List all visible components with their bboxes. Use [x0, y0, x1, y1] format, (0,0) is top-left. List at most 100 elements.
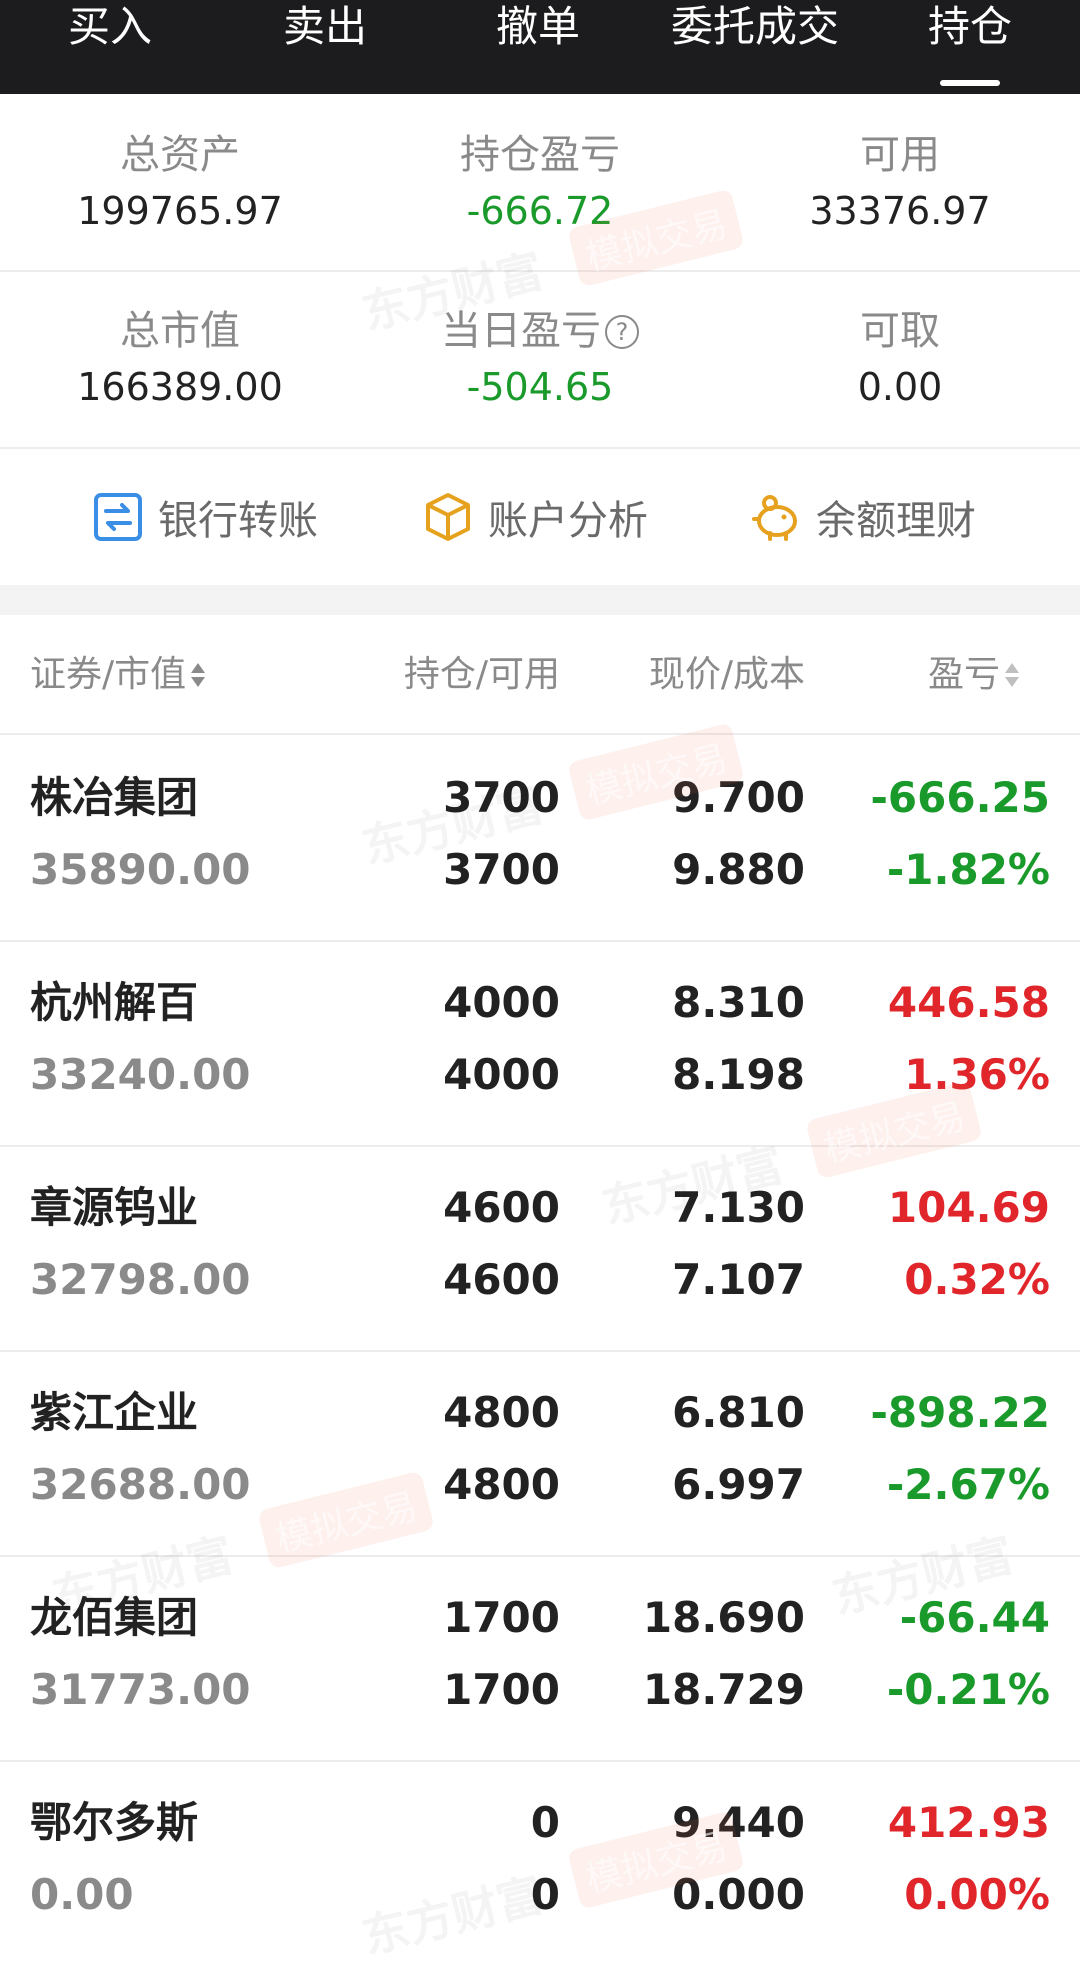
top-tab-bar: 买入 卖出 撤单 委托成交 持仓	[0, 0, 1080, 94]
bank-transfer-label: 银行转账	[158, 498, 318, 544]
security-name: 杭州解百	[30, 978, 199, 1027]
profit-loss-pct: 0.00%	[904, 1870, 1050, 1919]
header-security-label: 证券/市值	[30, 654, 187, 695]
security-name: 章源钨业	[30, 1183, 199, 1232]
market-value: 32798.00	[30, 1255, 251, 1304]
available: 可用 33376.97	[720, 130, 1080, 234]
total-market-value-value: 166389.00	[77, 365, 283, 409]
header-position: 持仓/可用	[403, 654, 560, 695]
header-security[interactable]: 证券/市值	[30, 653, 206, 697]
profit-loss: -666.25	[870, 773, 1050, 822]
cost-price: 8.198	[672, 1050, 805, 1099]
current-price: 9.700	[672, 773, 805, 822]
available-qty: 4800	[443, 1460, 560, 1509]
current-price: 8.310	[672, 978, 805, 1027]
sort-icon	[1004, 661, 1020, 691]
account-analysis-button[interactable]: 账户分析	[422, 489, 648, 545]
cost-price: 18.729	[642, 1665, 805, 1714]
balance-finance-label: 余额理财	[816, 498, 976, 544]
table-row[interactable]: 章源钨业 32798.00 4600 4600 7.130 7.107 104.69 0.32…	[0, 1147, 1080, 1352]
current-price: 7.130	[672, 1183, 805, 1232]
cost-price: 0.000	[672, 1870, 805, 1919]
daily-pl-label: 当日盈亏	[441, 308, 601, 354]
table-row[interactable]: 杭州解百 33240.00 4000 4000 8.310 8.198 446.58 1.36…	[0, 942, 1080, 1147]
current-price: 18.690	[642, 1593, 805, 1642]
header-pl-label: 盈亏	[927, 654, 1000, 695]
section-gap	[0, 585, 1080, 615]
profit-loss-pct: -2.67%	[886, 1460, 1050, 1509]
table-row[interactable]: 紫江企业 32688.00 4800 4800 6.810 6.997 -898.22 -2.…	[0, 1352, 1080, 1557]
profit-loss: 446.58	[887, 978, 1050, 1027]
divider	[0, 270, 1080, 272]
tab-positions[interactable]: 持仓	[900, 0, 1040, 94]
cube-icon	[422, 491, 474, 543]
market-value: 32688.00	[30, 1460, 251, 1509]
cost-price: 9.880	[672, 845, 805, 894]
position-qty: 4600	[443, 1183, 560, 1232]
total-market-value-label: 总市值	[120, 308, 240, 354]
position-qty: 4800	[443, 1388, 560, 1437]
account-summary: 总资产 199765.97 持仓盈亏 -666.72 可用 33376.97 总…	[0, 94, 1080, 449]
security-name: 鄂尔多斯	[30, 1798, 199, 1847]
available-qty: 3700	[443, 845, 560, 894]
header-price: 现价/成本	[648, 654, 805, 695]
position-pl: 持仓盈亏 -666.72	[360, 130, 720, 234]
daily-pl-value: -504.65	[466, 365, 614, 409]
account-analysis-label: 账户分析	[488, 498, 648, 544]
security-name: 株冶集团	[30, 773, 199, 822]
total-market-value: 总市值 166389.00	[0, 306, 360, 410]
withdrawable-value: 0.00	[857, 365, 943, 409]
position-qty: 4000	[443, 978, 560, 1027]
withdrawable: 可取 0.00	[720, 306, 1080, 410]
balance-finance-button[interactable]: 余额理财	[750, 489, 976, 545]
position-qty: 1700	[443, 1593, 560, 1642]
position-qty: 3700	[443, 773, 560, 822]
market-value: 0.00	[30, 1870, 134, 1919]
available-qty: 0	[530, 1870, 560, 1919]
position-qty: 0	[530, 1798, 560, 1847]
piggy-bank-icon	[750, 491, 802, 543]
market-value: 33240.00	[30, 1050, 251, 1099]
security-name: 紫江企业	[30, 1388, 199, 1437]
active-tab-indicator	[940, 80, 1000, 86]
header-pl[interactable]: 盈亏	[805, 653, 1020, 697]
total-assets-value: 199765.97	[77, 189, 283, 233]
table-row[interactable]: 鄂尔多斯 0.00 0 0 9.440 0.000 412.93 0.00%	[0, 1762, 1080, 1964]
sort-icon	[190, 661, 206, 691]
daily-pl: 当日盈亏? -504.65	[360, 306, 720, 410]
bank-transfer-icon	[92, 491, 144, 543]
quick-actions: 银行转账 账户分析 余额理财	[0, 449, 1080, 585]
current-price: 6.810	[672, 1388, 805, 1437]
table-row[interactable]: 株冶集团 35890.00 3700 3700 9.700 9.880 -666.25 -1.…	[0, 737, 1080, 942]
market-value: 31773.00	[30, 1665, 251, 1714]
tab-sell[interactable]: 卖出	[255, 0, 395, 94]
market-value: 35890.00	[30, 845, 251, 894]
bank-transfer-button[interactable]: 银行转账	[92, 489, 318, 545]
total-assets-label: 总资产	[120, 132, 240, 178]
available-qty: 4600	[443, 1255, 560, 1304]
available-value: 33376.97	[809, 189, 991, 233]
profit-loss: -66.44	[899, 1593, 1050, 1642]
position-pl-label: 持仓盈亏	[460, 132, 620, 178]
tab-orders[interactable]: 委托成交	[655, 0, 855, 94]
cost-price: 6.997	[672, 1460, 805, 1509]
help-icon[interactable]: ?	[605, 315, 639, 349]
profit-loss-pct: 0.32%	[904, 1255, 1050, 1304]
table-row[interactable]: 龙佰集团 31773.00 1700 1700 18.690 18.729 -66.44 -0…	[0, 1557, 1080, 1762]
profit-loss-pct: 1.36%	[904, 1050, 1050, 1099]
position-pl-value: -666.72	[466, 189, 614, 233]
available-qty: 4000	[443, 1050, 560, 1099]
withdrawable-label: 可取	[860, 308, 940, 354]
tab-buy[interactable]: 买入	[40, 0, 180, 94]
tab-cancel[interactable]: 撤单	[468, 0, 608, 94]
current-price: 9.440	[672, 1798, 805, 1847]
profit-loss-pct: -0.21%	[886, 1665, 1050, 1714]
security-name: 龙佰集团	[30, 1593, 199, 1642]
holdings-table-header: 证券/市值 持仓/可用 现价/成本 盈亏	[0, 615, 1080, 735]
available-label: 可用	[860, 132, 940, 178]
total-assets: 总资产 199765.97	[0, 130, 360, 234]
daily-pl-label-wrap: 当日盈亏?	[360, 306, 720, 356]
profit-loss: 412.93	[887, 1798, 1050, 1847]
cost-price: 7.107	[672, 1255, 805, 1304]
profit-loss: 104.69	[887, 1183, 1050, 1232]
